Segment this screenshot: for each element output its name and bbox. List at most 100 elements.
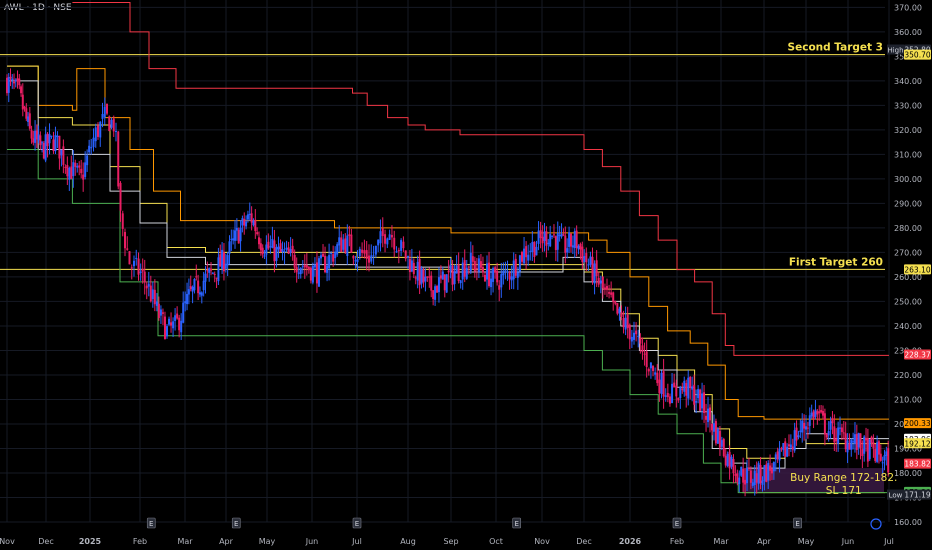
candle-body <box>566 248 569 253</box>
candle-body <box>583 256 586 263</box>
candle-body <box>874 448 877 462</box>
candle-body <box>139 271 142 274</box>
candle-body <box>291 245 294 254</box>
candle-body <box>243 218 246 226</box>
candle-body <box>361 249 364 253</box>
candle-body <box>697 389 700 399</box>
price-chart[interactable]: Second Target 3 First Target 260 Buy Range… <box>0 0 932 550</box>
candle-body <box>496 270 499 283</box>
candle-body <box>271 239 274 248</box>
candle-body <box>850 439 853 450</box>
candle-body <box>41 142 44 144</box>
candle-body <box>805 426 807 430</box>
candle-body <box>774 454 777 460</box>
candle-body <box>54 135 57 152</box>
candle-body <box>161 312 164 314</box>
candle-body <box>520 251 523 262</box>
candle-body <box>859 433 862 449</box>
x-tick-label: May <box>798 537 815 546</box>
candle-body <box>712 423 715 432</box>
candle-body <box>846 440 849 453</box>
candle-body <box>453 272 456 285</box>
candle-body <box>671 383 674 403</box>
candle-body <box>23 106 26 109</box>
candle-body <box>180 320 183 333</box>
candle-body <box>27 116 30 122</box>
candle-body <box>62 146 65 165</box>
candle-body <box>258 237 261 245</box>
candle-body <box>78 165 81 168</box>
candle-body <box>184 301 187 304</box>
candle-body <box>844 433 847 450</box>
candle-body <box>718 430 721 448</box>
y-tick-label: 180.00 <box>894 469 922 478</box>
candle-body <box>210 268 213 271</box>
candle-body <box>490 278 493 288</box>
x-tick-label: Dec <box>38 537 53 546</box>
y-tick-label: 340.00 <box>894 77 922 86</box>
earnings-marker-label: E <box>795 520 799 528</box>
candle-body <box>885 451 888 456</box>
buy-zone-label: Buy Range 172-182. <box>790 472 897 484</box>
candle-body <box>782 443 785 451</box>
candle-body <box>170 322 173 326</box>
candle-body <box>488 262 491 287</box>
candle-body <box>529 250 532 252</box>
candle-body <box>82 174 85 180</box>
candle-body <box>110 119 113 128</box>
candle-body <box>30 130 33 139</box>
candle-body <box>324 255 327 273</box>
candle-body <box>833 426 836 443</box>
price-tag-value: 228.37 <box>904 350 930 359</box>
candle-body <box>11 78 14 81</box>
candle-body <box>80 168 83 174</box>
candle-body <box>34 130 37 143</box>
candle-body <box>204 273 207 282</box>
x-tick-label: Mar <box>713 537 729 546</box>
candle-body <box>504 269 507 271</box>
candle-body <box>445 274 448 293</box>
candle-body <box>163 316 166 340</box>
x-tick-label: Jul <box>351 537 362 546</box>
candle-body <box>763 465 766 481</box>
candle-body <box>753 470 756 486</box>
candle-body <box>732 458 735 474</box>
candle-body <box>94 127 97 142</box>
candle-body <box>457 264 460 281</box>
candle-body <box>660 372 663 394</box>
candle-body <box>831 418 834 424</box>
candle-body <box>74 162 77 167</box>
candle-body <box>668 396 671 404</box>
candle-body <box>344 238 347 253</box>
candle-body <box>434 286 437 300</box>
candle-body <box>622 317 625 328</box>
x-tick-label: Aug <box>400 537 416 546</box>
x-tick-label: Sep <box>443 537 458 546</box>
candle-body <box>755 473 758 483</box>
candle-body <box>358 248 361 257</box>
candle-body <box>614 300 617 304</box>
candle-body <box>126 248 129 250</box>
candle-body <box>334 251 337 259</box>
candle-body <box>734 473 737 476</box>
candle-body <box>825 434 828 438</box>
candle-body <box>525 246 528 258</box>
candle-body <box>21 94 24 110</box>
candle-body <box>865 437 868 441</box>
candle-body <box>571 245 574 248</box>
candle-body <box>128 251 131 265</box>
candle-body <box>512 260 515 280</box>
candle-body <box>791 446 794 450</box>
candle-body <box>20 86 23 94</box>
candle-body <box>195 276 198 278</box>
candle-body <box>887 448 890 473</box>
candle-body <box>533 241 536 257</box>
candle-body <box>593 263 596 284</box>
candle-body <box>48 134 51 144</box>
candle-body <box>235 227 238 231</box>
candle-body <box>352 255 355 259</box>
candle-body <box>60 149 63 156</box>
candle-body <box>217 257 220 282</box>
candle-body <box>827 431 830 436</box>
candle-body <box>795 427 798 441</box>
